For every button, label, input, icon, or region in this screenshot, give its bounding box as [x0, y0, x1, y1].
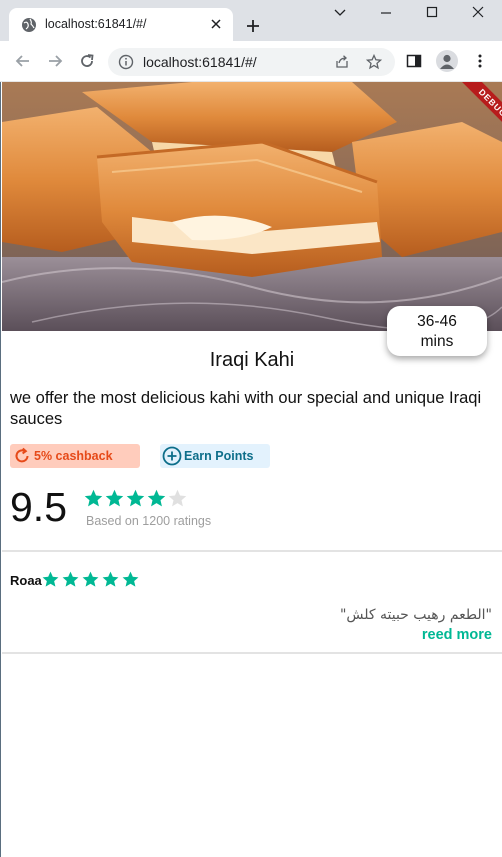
app-page: DEBUG 36-46 mins Iraqi Kahi we offer the… — [0, 82, 502, 857]
close-icon[interactable] — [466, 4, 490, 22]
star-filled-icon — [42, 571, 59, 587]
star-empty-icon — [168, 489, 187, 507]
refresh-icon — [15, 447, 29, 463]
rating-stars — [83, 488, 188, 512]
earn-points-label: Earn Points — [184, 449, 254, 463]
forward-icon[interactable] — [46, 52, 64, 70]
star-icon[interactable] — [366, 54, 382, 70]
rating-score: 9.5 — [10, 484, 67, 530]
star-filled-icon — [84, 489, 103, 507]
star-filled-icon — [122, 571, 139, 587]
url-text[interactable]: localhost:61841/#/ — [143, 54, 257, 70]
ratings-caption: Based on 1200 ratings — [86, 514, 212, 528]
maximize-icon[interactable] — [420, 4, 444, 22]
star-filled-icon — [147, 489, 166, 507]
info-icon[interactable] — [118, 54, 134, 70]
star-filled-icon — [105, 489, 124, 507]
globe-icon — [22, 18, 36, 32]
divider — [2, 550, 502, 552]
plus-icon[interactable] — [245, 18, 261, 34]
review-text: "الطعم رهيب حبيته كلش" — [339, 607, 492, 623]
share-icon[interactable] — [334, 54, 350, 70]
dish-description: we offer the most delicious kahi with ou… — [10, 389, 482, 428]
browser-tab[interactable]: localhost:61841/#/ — [9, 8, 233, 41]
dish-image: DEBUG — [2, 82, 502, 331]
address-bar[interactable]: localhost:61841/#/ — [108, 48, 395, 76]
browser-tab-bar: localhost:61841/#/ — [0, 0, 502, 41]
reviewer-name: Roaa — [10, 573, 42, 588]
read-more-link[interactable]: reed more — [422, 627, 492, 643]
reload-icon[interactable] — [78, 52, 96, 70]
add-circle-icon — [162, 446, 182, 466]
star-filled-icon — [82, 571, 99, 587]
browser-toolbar: localhost:61841/#/ — [0, 41, 502, 82]
star-filled-icon — [62, 571, 79, 587]
sidepanel-icon[interactable] — [406, 53, 422, 69]
star-filled-icon — [102, 571, 119, 587]
star-filled-icon — [126, 489, 145, 507]
cashback-chip[interactable]: 5% cashback — [10, 444, 140, 468]
tab-title: localhost:61841/#/ — [45, 17, 147, 31]
minimize-icon[interactable] — [374, 4, 398, 22]
close-icon[interactable] — [209, 17, 223, 31]
review-stars — [41, 570, 141, 589]
cashback-label: 5% cashback — [34, 449, 113, 463]
profile-icon[interactable] — [436, 50, 458, 72]
dish-title: Iraqi Kahi — [209, 349, 295, 371]
more-icon[interactable] — [472, 53, 488, 69]
earn-points-chip[interactable]: Earn Points — [160, 444, 270, 468]
delivery-time-range: 36-46 — [417, 313, 457, 330]
back-icon[interactable] — [14, 52, 32, 70]
chevron-down-icon[interactable] — [328, 4, 352, 22]
divider — [2, 652, 502, 654]
